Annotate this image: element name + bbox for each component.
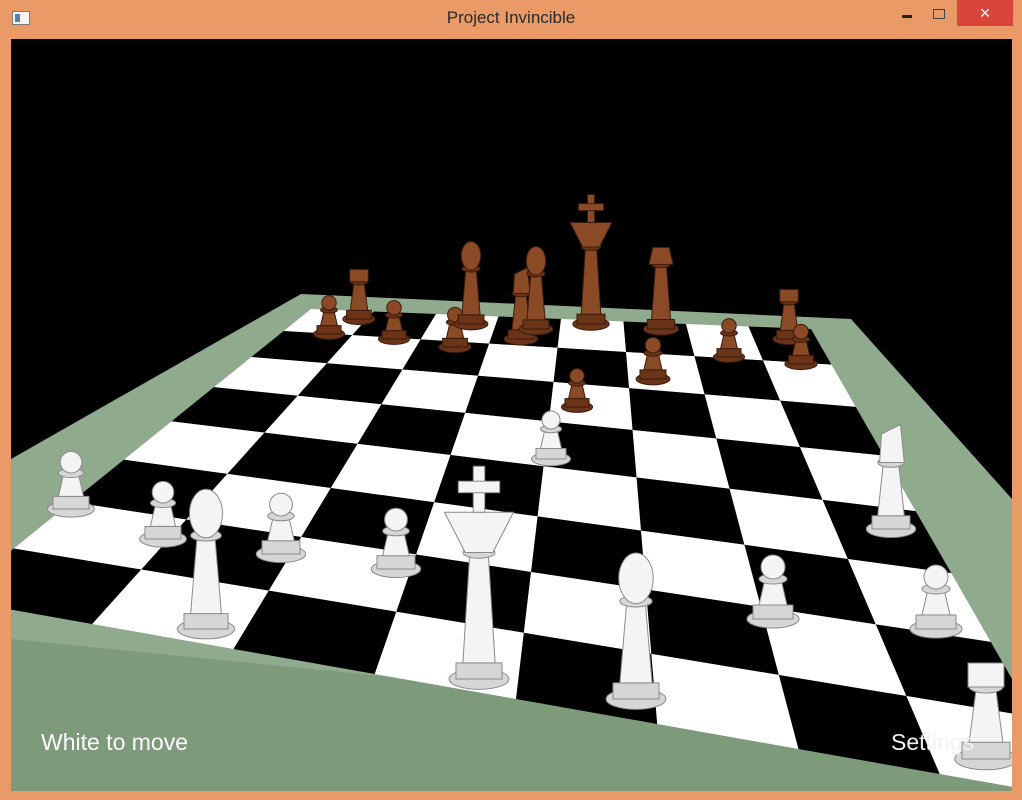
app-window: Project Invincible × White to move Setti… bbox=[0, 0, 1022, 800]
window-title: Project Invincible bbox=[446, 8, 576, 27]
title-bar[interactable]: Project Invincible × bbox=[0, 0, 1022, 38]
minimize-button[interactable] bbox=[892, 0, 922, 26]
game-viewport[interactable]: White to move Settings bbox=[11, 39, 1012, 791]
close-button[interactable]: × bbox=[957, 0, 1013, 26]
chess-scene[interactable] bbox=[11, 39, 1012, 791]
settings-button[interactable]: Settings bbox=[891, 729, 974, 756]
maximize-button[interactable] bbox=[924, 0, 954, 26]
board-square[interactable] bbox=[478, 343, 558, 382]
close-icon: × bbox=[979, 3, 991, 23]
minimize-icon bbox=[902, 14, 912, 18]
black-queen[interactable] bbox=[642, 246, 680, 336]
maximize-icon bbox=[933, 9, 945, 20]
board-square[interactable] bbox=[553, 347, 630, 389]
black-bishop[interactable] bbox=[453, 240, 489, 331]
turn-status: White to move bbox=[41, 729, 188, 755]
